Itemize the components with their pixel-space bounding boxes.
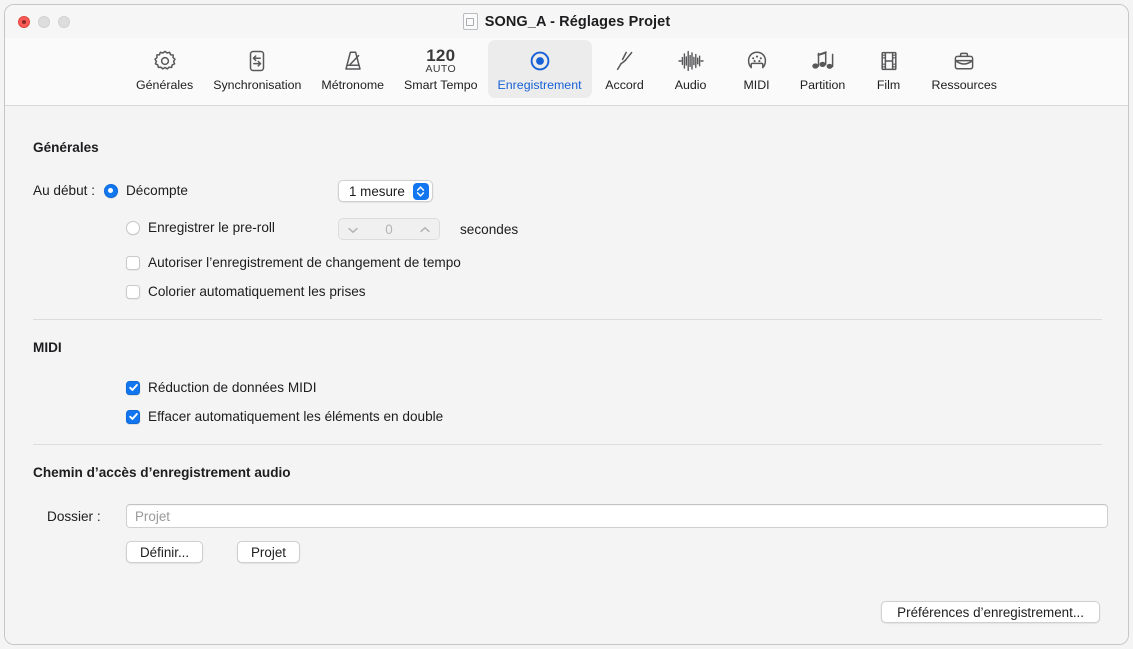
tab-label: Ressources xyxy=(931,78,997,92)
decompte-duration-popup[interactable]: 1 mesure xyxy=(338,180,433,202)
close-button[interactable] xyxy=(18,15,30,28)
record-icon xyxy=(527,46,553,76)
preroll-unit-label: secondes xyxy=(460,222,519,237)
radio-decompte[interactable] xyxy=(103,183,118,198)
minimize-button[interactable] xyxy=(38,15,50,28)
set-folder-button[interactable]: Définir... xyxy=(126,541,204,563)
tempo-icon: 120 AUTO xyxy=(425,46,456,76)
tab-midi[interactable]: MIDI xyxy=(724,40,790,98)
section-heading-generales: Générales xyxy=(33,140,99,155)
sync-icon xyxy=(244,46,270,76)
tab-audio[interactable]: Audio xyxy=(658,40,724,98)
tab-partition[interactable]: Partition xyxy=(790,40,856,98)
checkbox-midi-thinning-label: Réduction de données MIDI xyxy=(148,380,317,395)
close-icon xyxy=(22,19,26,24)
tab-label: Accord xyxy=(605,78,644,92)
tempo-mode: AUTO xyxy=(425,62,457,75)
stepper-decrement-icon[interactable] xyxy=(347,222,359,237)
document-proxy-icon[interactable] xyxy=(462,13,478,30)
tempo-value: 120 xyxy=(426,45,456,65)
recording-preferences-button[interactable]: Préférences d’enregistrement... xyxy=(881,601,1100,623)
tab-ressources[interactable]: Ressources xyxy=(922,40,1007,98)
tab-label: Synchronisation xyxy=(213,78,302,92)
film-strip-icon xyxy=(876,46,902,76)
checkbox-tempo-change-label: Autoriser l’enregistrement de changement… xyxy=(148,255,461,270)
checkbox-midi-thinning[interactable] xyxy=(126,380,140,395)
folder-path-input[interactable]: Projet xyxy=(126,504,1108,528)
radio-preroll[interactable] xyxy=(126,220,140,235)
briefcase-icon xyxy=(951,46,977,76)
waveform-icon xyxy=(676,46,706,76)
midi-port-icon xyxy=(744,46,770,76)
settings-window: SONG_A - Réglages Projet Générales Synch… xyxy=(0,0,1133,649)
music-notes-icon xyxy=(808,46,838,76)
checkbox-color-takes-label: Colorier automatiquement les prises xyxy=(148,284,366,299)
checkbox-midi-duplicates[interactable] xyxy=(126,409,140,424)
checkbox-row-midi-duplicates: Effacer automatiquement les éléments en … xyxy=(126,409,443,424)
preroll-seconds-value: 0 xyxy=(385,221,393,237)
au-debut-row: Au début : Décompte xyxy=(33,183,188,198)
tab-synchronisation[interactable]: Synchronisation xyxy=(203,40,311,98)
window-title: SONG_A - Réglages Projet xyxy=(484,13,671,30)
tab-label: Audio xyxy=(674,78,707,92)
tab-metronome[interactable]: Métronome xyxy=(311,40,394,98)
chevron-updown-icon xyxy=(412,182,429,200)
tab-label: Générales xyxy=(136,78,194,92)
preroll-row: Enregistrer le pre-roll xyxy=(126,220,275,235)
tab-label: Métronome xyxy=(321,78,385,92)
au-debut-label: Au début : xyxy=(33,183,95,198)
tab-enregistrement[interactable]: Enregistrement xyxy=(487,40,592,98)
tab-list: Générales Synchronisation Métronome 120 … xyxy=(126,40,1007,98)
metronome-icon xyxy=(340,46,366,76)
gear-icon xyxy=(152,46,178,76)
separator-midi-chemin xyxy=(33,444,1102,445)
folder-label: Dossier : xyxy=(47,509,101,524)
tab-generales[interactable]: Générales xyxy=(126,40,203,98)
project-folder-button[interactable]: Projet xyxy=(237,541,300,563)
tab-label: MIDI xyxy=(743,78,770,92)
separator-generales-midi xyxy=(33,319,1102,320)
settings-toolbar: Générales Synchronisation Métronome 120 … xyxy=(5,38,1128,106)
tab-label: Film xyxy=(876,78,901,92)
tuning-fork-icon xyxy=(612,46,638,76)
window-frame: SONG_A - Réglages Projet Générales Synch… xyxy=(4,4,1129,645)
checkbox-row-midi-thinning: Réduction de données MIDI xyxy=(126,380,317,395)
checkbox-row-tempo-change: Autoriser l’enregistrement de changement… xyxy=(126,255,461,270)
section-heading-midi: MIDI xyxy=(33,340,62,355)
folder-path-value: Projet xyxy=(135,508,170,524)
tab-label: Smart Tempo xyxy=(404,78,478,92)
checkbox-row-color-takes: Colorier automatiquement les prises xyxy=(126,284,366,299)
checkbox-tempo-change[interactable] xyxy=(126,255,140,270)
traffic-light-group xyxy=(18,15,70,28)
window-title-group: SONG_A - Réglages Projet xyxy=(462,13,671,30)
tab-smart-tempo[interactable]: 120 AUTO Smart Tempo xyxy=(394,40,487,98)
checkbox-midi-duplicates-label: Effacer automatiquement les éléments en … xyxy=(148,409,444,424)
stepper-increment-icon[interactable] xyxy=(419,222,431,237)
tab-label: Partition xyxy=(799,78,846,92)
tab-film[interactable]: Film xyxy=(856,40,922,98)
radio-decompte-label: Décompte xyxy=(125,183,188,198)
decompte-duration-value: 1 mesure xyxy=(349,183,405,199)
title-bar: SONG_A - Réglages Projet xyxy=(5,5,1128,38)
checkbox-color-takes[interactable] xyxy=(126,284,140,299)
section-heading-chemin: Chemin d’accès d’enregistrement audio xyxy=(33,465,291,480)
radio-preroll-label: Enregistrer le pre-roll xyxy=(148,220,275,235)
tab-accord[interactable]: Accord xyxy=(592,40,658,98)
preroll-seconds-stepper[interactable]: 0 xyxy=(338,218,440,240)
tab-label: Enregistrement xyxy=(497,78,582,92)
maximize-button[interactable] xyxy=(58,15,70,28)
settings-content: Générales Au début : Décompte 1 mesure E… xyxy=(5,106,1128,644)
